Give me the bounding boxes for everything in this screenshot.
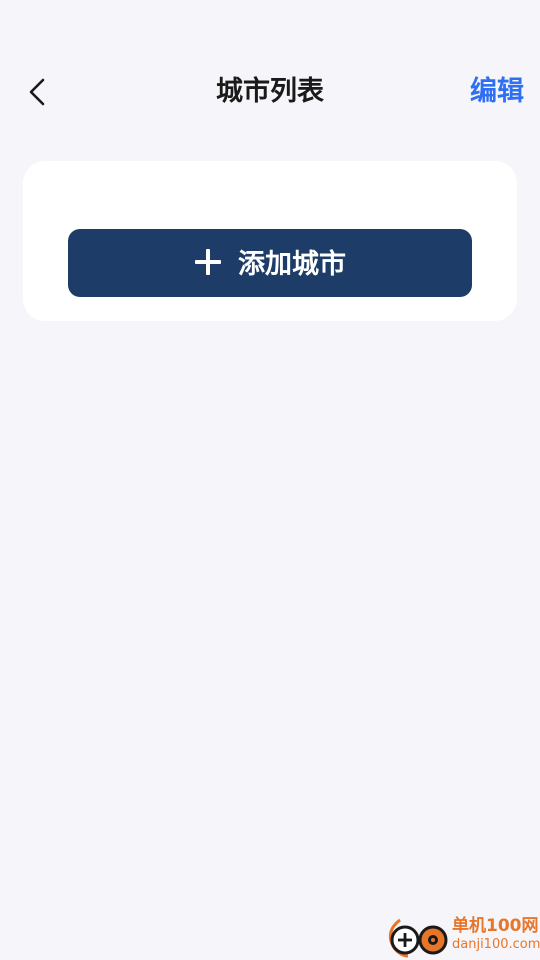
watermark: 单机100网 danji100.com — [386, 912, 540, 958]
add-city-label: 添加城市 — [238, 249, 346, 280]
edit-button[interactable]: 编辑 — [470, 74, 524, 110]
watermark-domain: danji100.com — [452, 937, 540, 952]
top-bar: 城市列表 编辑 — [0, 60, 540, 124]
watermark-logo-icon — [388, 918, 448, 958]
page-title: 城市列表 — [216, 76, 324, 107]
plus-icon — [195, 249, 221, 275]
add-city-button[interactable]: 添加城市 — [68, 229, 472, 297]
watermark-name: 单机100网 — [452, 916, 539, 936]
city-list-card: 添加城市 — [23, 161, 517, 321]
